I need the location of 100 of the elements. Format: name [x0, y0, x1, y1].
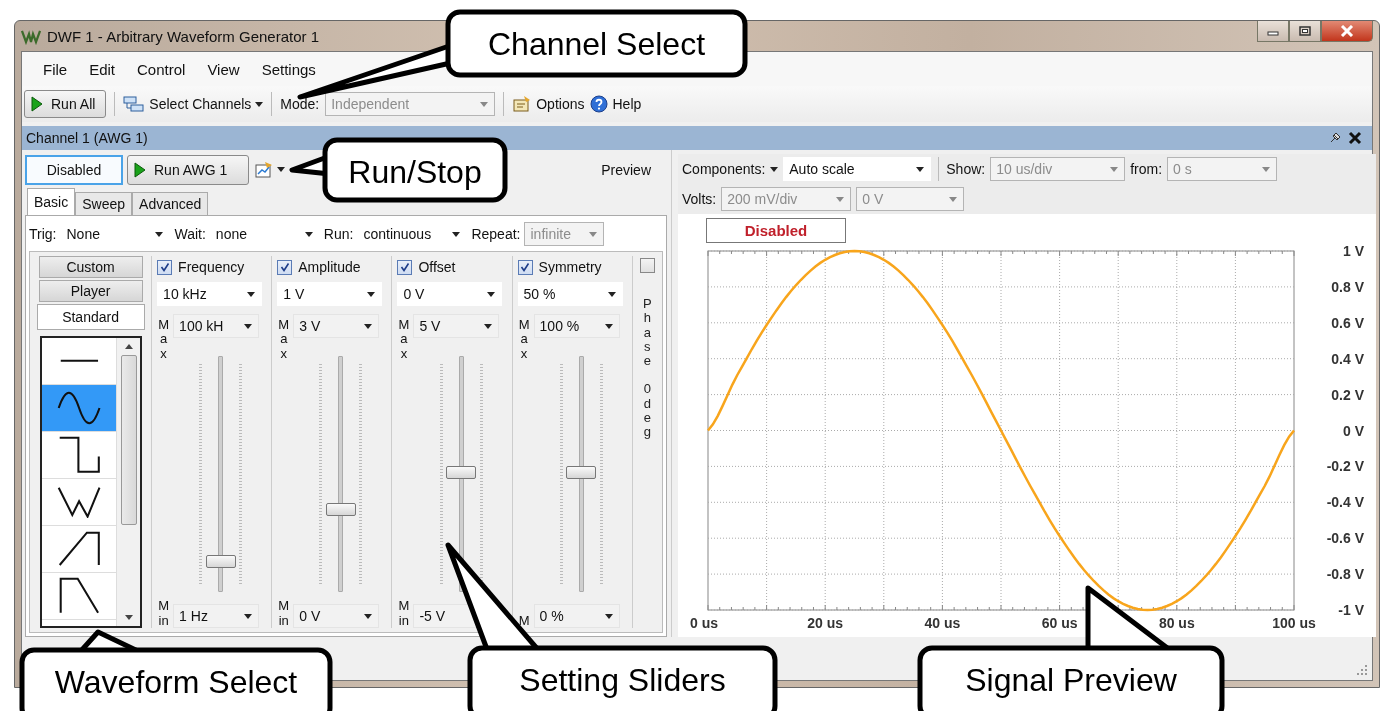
menu-item[interactable]: Control	[126, 60, 197, 78]
tab[interactable]: Advanced	[132, 192, 209, 215]
checkbox[interactable]	[157, 259, 173, 275]
close-icon	[1340, 25, 1354, 37]
callout-text: Channel Select	[488, 26, 705, 62]
caret-icon	[480, 101, 489, 107]
run-button[interactable]: Run AWG 1	[127, 154, 249, 185]
caret-icon	[836, 196, 845, 202]
slider-thumb[interactable]	[325, 503, 356, 517]
caret-icon	[949, 196, 958, 202]
status-label: Disabled	[706, 218, 846, 243]
menu-item[interactable]: Edit	[78, 60, 127, 78]
waveform-tab[interactable]: Player	[38, 280, 143, 302]
field-label: Show:	[946, 161, 986, 177]
flat-line-icon	[58, 359, 100, 363]
value-dropdown[interactable]: 50 %	[517, 282, 623, 306]
field-label: Repeat:	[471, 226, 521, 242]
waveform-tab[interactable]: Standard	[36, 304, 145, 330]
chart-icon	[255, 161, 273, 178]
field-label: Volts:	[682, 191, 717, 207]
run-all-button[interactable]: Run All	[24, 90, 107, 118]
max-dropdown[interactable]: 3 V	[293, 314, 380, 338]
caret-icon	[244, 613, 253, 619]
parameter-name: Offset	[418, 259, 456, 275]
callout-text: Waveform Select	[54, 664, 298, 700]
menu-item[interactable]: Settings	[250, 60, 327, 78]
caret-icon	[1262, 166, 1271, 172]
value-dropdown[interactable]: 0 V	[397, 282, 503, 306]
slider-thumb[interactable]	[205, 555, 236, 569]
caret-icon	[155, 231, 164, 237]
export-dropdown[interactable]	[255, 161, 285, 178]
pin-icon[interactable]	[1328, 131, 1342, 145]
options-button[interactable]: Options	[512, 95, 585, 113]
waveform-tab[interactable]: Custom	[38, 256, 143, 278]
callout-text: Setting Sliders	[519, 662, 726, 698]
menu-item[interactable]: File	[32, 60, 79, 78]
square-wave-icon	[57, 436, 101, 474]
parameter-name: Amplitude	[298, 259, 361, 275]
y-tick-label: 0 V	[1343, 422, 1364, 439]
scroll-thumb[interactable]	[120, 355, 137, 525]
slider-thumb[interactable]	[446, 465, 476, 479]
value-dropdown[interactable]: 1 V	[277, 282, 383, 306]
scrollbar[interactable]	[117, 338, 140, 626]
checkbox[interactable]	[397, 259, 413, 275]
max-dropdown[interactable]: 5 V	[413, 314, 500, 338]
tab[interactable]: Basic	[27, 188, 76, 215]
min-dropdown[interactable]: 0 V	[293, 604, 380, 628]
min-dropdown[interactable]: 0 %	[533, 604, 620, 628]
channel-title: Channel 1 (AWG 1)	[26, 130, 148, 146]
y-tick-label: -0.6 V	[1326, 530, 1364, 547]
caret-icon	[604, 323, 613, 329]
value-dropdown[interactable]: 10 kHz	[157, 282, 263, 306]
field-label: Wait:	[174, 226, 206, 242]
y-tick-label: 0.2 V	[1331, 386, 1364, 403]
y-tick-label: 0.6 V	[1331, 314, 1364, 331]
scroll-down-icon	[124, 615, 133, 620]
vertical-value: 0 deg	[642, 382, 652, 440]
checkbox[interactable]	[639, 258, 655, 273]
caret-icon	[244, 323, 253, 329]
triangle-wave-icon	[56, 485, 102, 519]
checkbox[interactable]	[277, 259, 293, 275]
resize-grip-icon[interactable]	[1356, 664, 1368, 676]
min-dropdown[interactable]: 1 Hz	[173, 604, 260, 628]
select-channels-button[interactable]: Select Channels	[123, 95, 264, 113]
y-tick-label: -0.2 V	[1326, 458, 1364, 475]
max-dropdown[interactable]: 100 kH	[173, 314, 260, 338]
preview-label: Preview	[601, 161, 651, 178]
max-dropdown[interactable]: 100 %	[533, 314, 620, 338]
caret-icon	[487, 291, 496, 297]
field-label: Run:	[323, 226, 354, 242]
field-label: Components:	[682, 161, 766, 177]
caret-icon	[770, 166, 779, 172]
vertical-label: Max	[277, 318, 291, 361]
y-tick-label: 1 V	[1343, 243, 1364, 259]
menu-item[interactable]: View	[196, 60, 251, 78]
y-tick-label: -0.8 V	[1326, 566, 1364, 583]
vertical-label: Min	[277, 599, 291, 628]
caret-icon	[255, 101, 264, 107]
waveform-item[interactable]	[42, 385, 116, 432]
tab[interactable]: Sweep	[75, 192, 133, 215]
close-button[interactable]	[1321, 21, 1373, 42]
caret-icon	[607, 291, 616, 297]
checkbox[interactable]	[517, 259, 533, 275]
help-icon	[590, 95, 609, 113]
scale-dropdown[interactable]: Auto scale	[783, 157, 932, 181]
check-icon	[520, 262, 531, 272]
slider-thumb[interactable]	[566, 465, 597, 479]
caret-icon	[367, 291, 376, 297]
callout-text: Signal Preview	[965, 662, 1177, 698]
x-tick-label: 60 us	[1041, 615, 1078, 631]
parameter-name: Frequency	[178, 259, 245, 275]
x-tick-label: 20 us	[807, 615, 844, 631]
check-icon	[279, 262, 290, 272]
maximize-button[interactable]	[1289, 21, 1321, 42]
close-icon[interactable]	[1348, 131, 1362, 145]
x-tick-label: 80 us	[1158, 615, 1195, 631]
help-button[interactable]: Help	[590, 95, 642, 113]
y-tick-label: -0.4 V	[1326, 494, 1364, 511]
caret-icon	[1110, 166, 1119, 172]
enable-button[interactable]: Disabled	[25, 154, 123, 185]
